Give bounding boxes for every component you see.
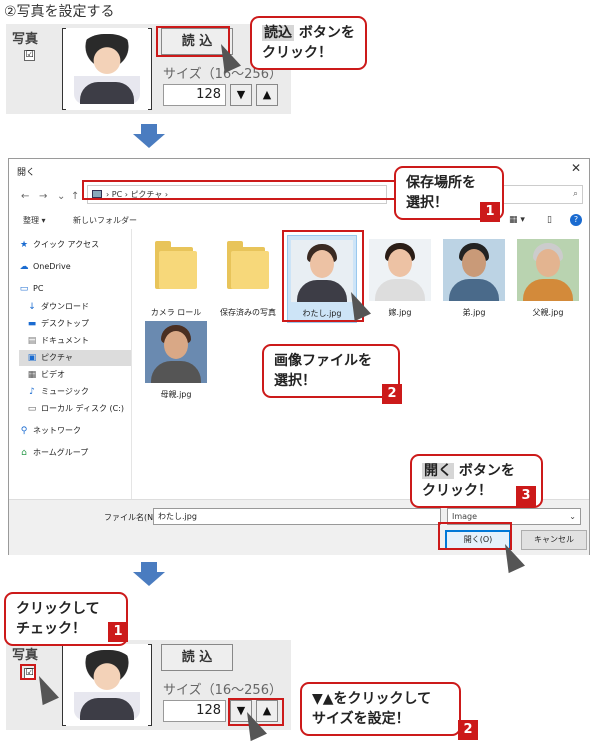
filename-input[interactable]: わたし.jpg: [153, 508, 441, 525]
nav-downloads[interactable]: ↓ ダウンロード: [27, 299, 89, 315]
photo-thumbnail: [517, 239, 579, 301]
close-icon[interactable]: ✕: [571, 161, 581, 175]
nav-desktop[interactable]: ▬ デスクトップ: [27, 316, 89, 332]
read-button[interactable]: 読 込: [161, 644, 233, 671]
nav-videos[interactable]: ▦ ビデオ: [27, 367, 65, 383]
step-number-badge: 3: [516, 486, 536, 506]
video-icon: ▦: [27, 370, 37, 380]
file-item[interactable]: 母親.jpg: [141, 321, 211, 400]
nav-music[interactable]: ♪ ミュージック: [27, 384, 89, 400]
download-icon: ↓: [28, 302, 36, 312]
callout-read: 読込 ボタンを クリック！: [250, 16, 367, 70]
nav-network[interactable]: ⚲ ネットワーク: [19, 423, 81, 439]
new-folder-button[interactable]: 新しいフォルダー: [73, 215, 137, 226]
step-title: ②写真を設定する: [4, 4, 115, 20]
back-icon[interactable]: ←: [21, 191, 29, 202]
step-number-badge: 1: [108, 622, 128, 642]
up-icon[interactable]: ↑: [71, 191, 79, 202]
photo-label: 写真: [12, 648, 39, 663]
picture-icon: ▣: [27, 353, 37, 363]
photo-preview: [62, 644, 152, 726]
desktop-icon: ▬: [27, 319, 37, 329]
callout-size: ▼▲をクリックして サイズを設定！: [300, 682, 462, 736]
file-item-folder[interactable]: 保存済みの写真: [213, 241, 283, 318]
step-number-badge: 1: [480, 202, 500, 222]
preview-pane-icon[interactable]: ▯: [547, 215, 552, 225]
photo-thumbnail: [443, 239, 505, 301]
nav-quick-access[interactable]: ★ クイック アクセス: [19, 237, 99, 253]
nav-pictures[interactable]: ▣ ピクチャ: [19, 350, 131, 366]
file-item[interactable]: 弟.jpg: [439, 239, 509, 318]
nav-onedrive[interactable]: ☁ OneDrive: [19, 259, 71, 275]
photo-preview: [62, 28, 152, 110]
file-item[interactable]: 父親.jpg: [513, 239, 583, 318]
size-input[interactable]: 128: [163, 700, 226, 722]
flow-arrow-icon: [141, 562, 157, 572]
nav-pc[interactable]: ▭ PC: [19, 281, 44, 297]
size-input[interactable]: 128: [163, 84, 226, 106]
music-icon: ♪: [29, 387, 35, 397]
document-icon: ▤: [27, 336, 37, 346]
computer-icon: ▭: [19, 284, 29, 294]
folder-icon: [227, 241, 269, 289]
nav-documents[interactable]: ▤ ドキュメント: [27, 333, 89, 349]
nav-local-disk[interactable]: ▭ ローカル ディスク (C:): [27, 401, 124, 417]
file-item[interactable]: 嫁.jpg: [365, 239, 435, 318]
photo-thumbnail: [145, 321, 207, 383]
size-up-button[interactable]: ▲: [256, 84, 278, 106]
cloud-icon: ☁: [19, 262, 29, 272]
view-options-icon[interactable]: ▦ ▾: [509, 215, 525, 225]
dialog-title: 開く: [17, 168, 36, 178]
search-icon: ⌕: [572, 189, 578, 199]
photo-setting-panel-top: 写真 ☑ 読 込 サイズ（16～256） 128 ▼ ▲: [6, 24, 291, 114]
history-dropdown-icon[interactable]: ⌄: [57, 191, 65, 202]
flow-arrow-icon: [141, 124, 157, 134]
help-icon[interactable]: ?: [570, 214, 582, 226]
pane-divider: [131, 229, 132, 499]
photo-thumbnail: [369, 239, 431, 301]
step-number-badge: 2: [382, 384, 402, 404]
homegroup-icon: ⌂: [21, 448, 27, 458]
man-photo: [74, 34, 140, 104]
nav-homegroup[interactable]: ⌂ ホームグループ: [19, 445, 88, 461]
callout-image: 画像ファイルを 選択！: [262, 344, 400, 398]
size-label: サイズ（16～256）: [163, 683, 282, 698]
folder-icon: [155, 241, 197, 289]
forward-icon[interactable]: →: [39, 191, 47, 202]
photo-label: 写真: [12, 32, 39, 47]
filename-label: ファイル名(N):: [104, 513, 159, 522]
disk-icon: ▭: [27, 404, 37, 414]
file-item-folder[interactable]: カメラ ロール: [141, 241, 211, 318]
size-down-button[interactable]: ▼: [230, 84, 252, 106]
flow-arrow-head: [133, 134, 165, 148]
star-icon: ★: [19, 240, 29, 250]
flow-arrow-head: [133, 572, 165, 586]
organize-menu[interactable]: 整理 ▾: [23, 215, 46, 226]
cancel-button[interactable]: キャンセル: [521, 530, 587, 550]
photo-checkbox[interactable]: ☑: [24, 50, 35, 61]
man-photo: [74, 650, 140, 720]
address-bar-highlight: [82, 180, 402, 200]
network-icon: ⚲: [20, 426, 28, 436]
step-number-badge: 2: [458, 720, 478, 740]
chevron-down-icon: ⌄: [569, 512, 576, 521]
